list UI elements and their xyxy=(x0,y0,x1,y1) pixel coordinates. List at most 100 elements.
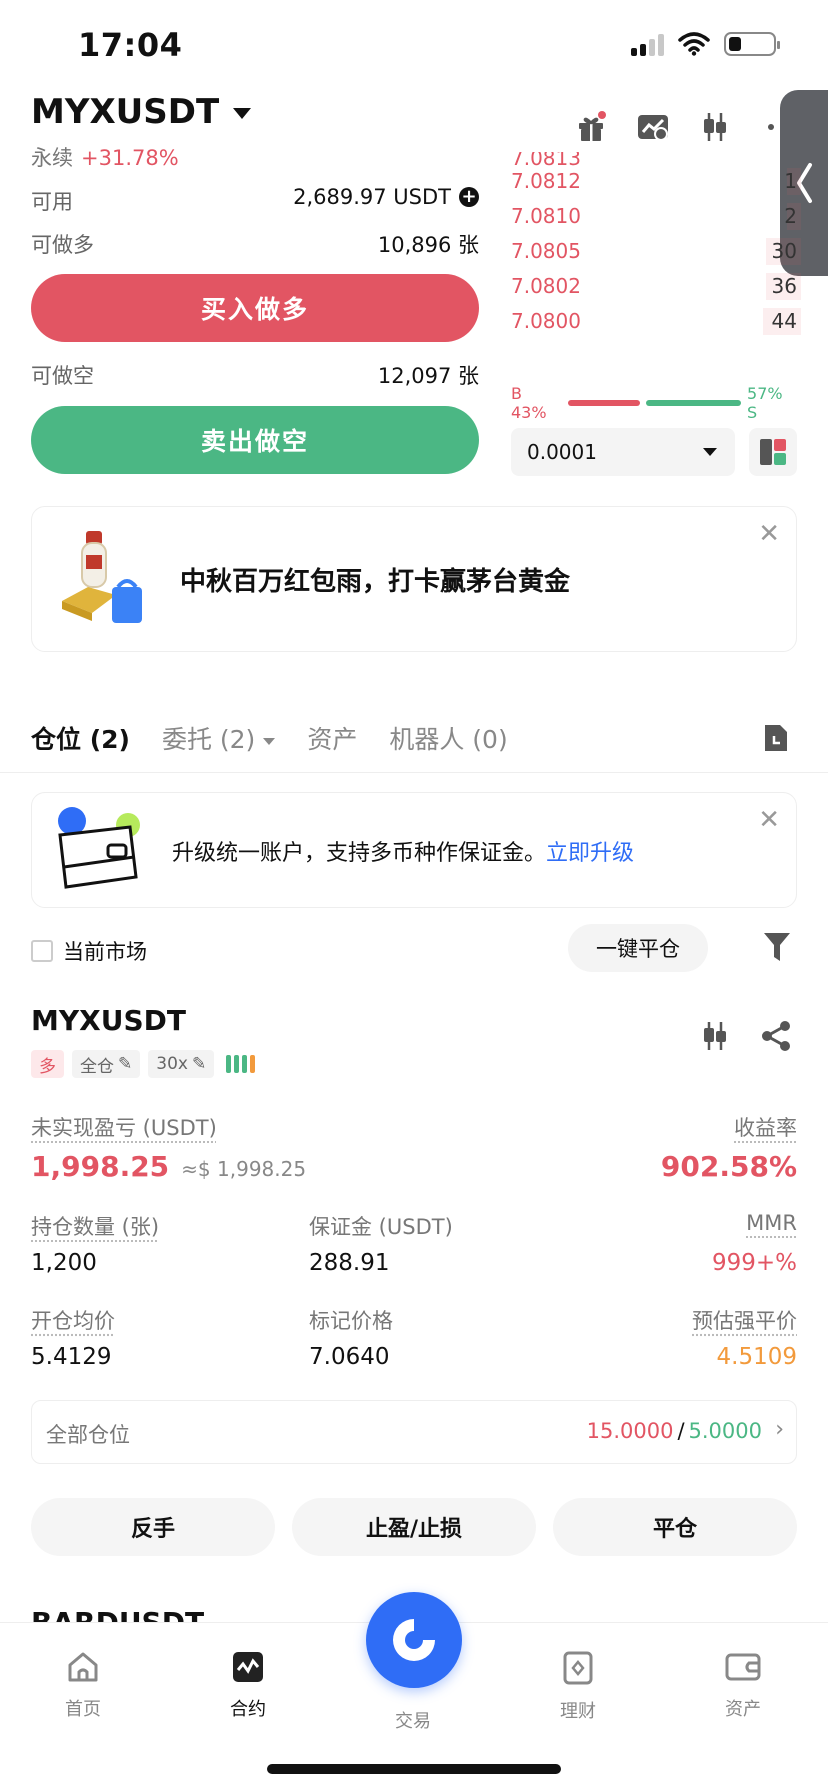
all-positions-label: 全部仓位 xyxy=(46,1423,130,1447)
leverage-tag[interactable]: 30x ✎ xyxy=(148,1050,215,1078)
orderbook-ask-row[interactable]: 7.0802 36 xyxy=(511,269,801,304)
promo-gift-image xyxy=(62,531,142,623)
tab-bots[interactable]: 机器人 (0) xyxy=(389,720,507,756)
entry-price-value: 5.4129 xyxy=(31,1344,112,1370)
nav-home[interactable]: 首页 xyxy=(23,1651,143,1721)
trade-fab-button[interactable] xyxy=(366,1592,462,1688)
position-symbol: MYXUSDT xyxy=(31,1004,186,1037)
nav-contracts[interactable]: 合约 xyxy=(188,1651,308,1721)
qty-value: 1,200 xyxy=(31,1250,97,1276)
gift-icon[interactable] xyxy=(574,110,608,144)
ask-qty: 2 xyxy=(784,204,797,228)
precision-value: 0.0001 xyxy=(527,440,597,464)
candlestick-icon[interactable] xyxy=(698,110,732,144)
nav-earn-label: 理财 xyxy=(560,1701,596,1722)
tpsl-values: 15.0000 / 5.0000 xyxy=(587,1419,762,1443)
orderbook: 7.0812 1 7.0810 2 7.0805 30 7.0802 36 7.0800 44 xyxy=(511,164,801,339)
tab-orders[interactable]: 委托 (2) xyxy=(162,720,276,756)
precision-select[interactable]: 0.0001 xyxy=(511,428,735,476)
promo-banner[interactable]: 中秋百万红包雨，打卡赢茅台黄金 ✕ xyxy=(31,506,797,652)
tpsl-button[interactable]: 止盈/止损 xyxy=(292,1498,536,1556)
side-tag: 多 xyxy=(31,1050,64,1078)
reverse-button[interactable]: 反手 xyxy=(31,1498,275,1556)
nav-assets-label: 资产 xyxy=(725,1699,761,1720)
earn-icon xyxy=(563,1651,593,1685)
nav-earn[interactable]: 理财 xyxy=(518,1651,638,1723)
nav-contracts-label: 合约 xyxy=(230,1699,266,1720)
contract-type: 永续 xyxy=(31,146,73,170)
orderbook-ask-row[interactable]: 7.0812 1 xyxy=(511,164,801,199)
promo-text: 中秋百万红包雨，打卡赢茅台黄金 xyxy=(180,567,571,597)
cellular-signal-icon xyxy=(631,32,664,56)
can-long-value: 10,896 张 xyxy=(377,233,479,257)
roe-label: 收益率 xyxy=(734,1116,797,1140)
mark-price-value: 7.0640 xyxy=(309,1344,390,1370)
edit-icon: ✎ xyxy=(118,1054,133,1074)
close-icon[interactable]: ✕ xyxy=(758,805,780,835)
orderbook-ask-row[interactable]: 7.0805 30 xyxy=(511,234,801,269)
mark-price-label: 标记价格 xyxy=(309,1309,393,1333)
history-document-icon[interactable] xyxy=(762,722,790,754)
buy-ratio-bar xyxy=(567,400,640,406)
ask-qty: 30 xyxy=(771,239,797,263)
add-funds-icon[interactable]: + xyxy=(459,187,479,207)
chevron-down-icon xyxy=(263,737,276,745)
sell-short-button[interactable]: 卖出做空 xyxy=(31,406,479,474)
ask-price: 7.0800 xyxy=(511,309,581,333)
candlestick-icon[interactable] xyxy=(700,1020,730,1052)
can-short-label: 可做空 xyxy=(31,364,94,388)
wifi-icon xyxy=(678,32,710,56)
orderbook-ask-row[interactable]: 7.0800 44 xyxy=(511,304,801,339)
position-tabs: 仓位 (2) 委托 (2) 资产 机器人 (0) xyxy=(31,720,508,756)
buy-long-button[interactable]: 买入做多 xyxy=(31,274,479,342)
wallet-icon xyxy=(725,1653,761,1681)
home-indicator xyxy=(267,1764,561,1774)
share-icon[interactable] xyxy=(760,1020,792,1052)
roe-value: 902.58% xyxy=(660,1150,797,1183)
risk-level-icon xyxy=(226,1055,256,1073)
pair-selector[interactable]: MYXUSDT xyxy=(31,92,252,132)
mmr-label: MMR xyxy=(746,1211,797,1235)
trend-chart-icon[interactable] xyxy=(636,110,670,144)
ask-qty: 44 xyxy=(771,309,797,333)
edit-icon: ✎ xyxy=(191,1054,207,1074)
nav-home-label: 首页 xyxy=(65,1699,101,1720)
buy-ratio-label: B 43% xyxy=(511,384,547,422)
status-icons xyxy=(631,32,780,56)
margin-value: 288.91 xyxy=(309,1250,390,1276)
sell-ratio-label: 57% S xyxy=(747,384,783,422)
buy-sell-ratio: B 43% 57% S xyxy=(511,384,797,422)
chevron-down-icon xyxy=(703,448,717,456)
orderbook-layout-button[interactable] xyxy=(749,428,797,476)
chevron-right-icon: › xyxy=(775,1417,784,1442)
available-label: 可用 xyxy=(31,190,73,214)
pair-title: MYXUSDT xyxy=(31,92,220,132)
all-positions-tpsl-row[interactable]: 全部仓位 15.0000 / 5.0000 › xyxy=(31,1400,797,1464)
nav-assets[interactable]: 资产 xyxy=(683,1651,803,1721)
tab-assets[interactable]: 资产 xyxy=(307,720,357,756)
margin-label: 保证金 (USDT) xyxy=(309,1215,453,1239)
position-tags: 多 全仓 ✎ 30x ✎ xyxy=(31,1050,256,1078)
orderbook-ask-row[interactable]: 7.0810 2 xyxy=(511,199,801,234)
close-icon[interactable]: ✕ xyxy=(758,519,780,549)
price-change: +31.78% xyxy=(81,146,179,170)
pnl-label: 未实现盈亏 (USDT) xyxy=(31,1116,217,1140)
margin-mode-tag[interactable]: 全仓 ✎ xyxy=(72,1050,141,1078)
close-position-button[interactable]: 平仓 xyxy=(553,1498,797,1556)
sell-ratio-bar xyxy=(645,400,742,406)
checkbox[interactable] xyxy=(31,940,53,962)
ask-qty: 36 xyxy=(771,274,797,298)
pair-subtitle: 永续 +31.78% xyxy=(31,142,179,172)
contract-chart-icon xyxy=(233,1652,263,1682)
trade-logo-icon xyxy=(393,1619,435,1661)
upgrade-banner[interactable]: 升级统一账户，支持多币种作保证金。立即升级 ✕ xyxy=(31,792,797,908)
wallet-icon xyxy=(58,807,140,889)
upgrade-link[interactable]: 立即升级 xyxy=(546,841,634,866)
liq-price-label: 预估强平价 xyxy=(692,1309,797,1333)
pnl-usd: ≈$ 1,998.25 xyxy=(181,1157,307,1181)
current-market-filter[interactable]: 当前市场 xyxy=(31,936,147,966)
close-all-button[interactable]: 一键平仓 xyxy=(568,924,708,972)
tp-value: 15.0000 xyxy=(586,1419,674,1443)
tab-positions[interactable]: 仓位 (2) xyxy=(31,720,130,756)
filter-icon[interactable] xyxy=(762,930,792,964)
